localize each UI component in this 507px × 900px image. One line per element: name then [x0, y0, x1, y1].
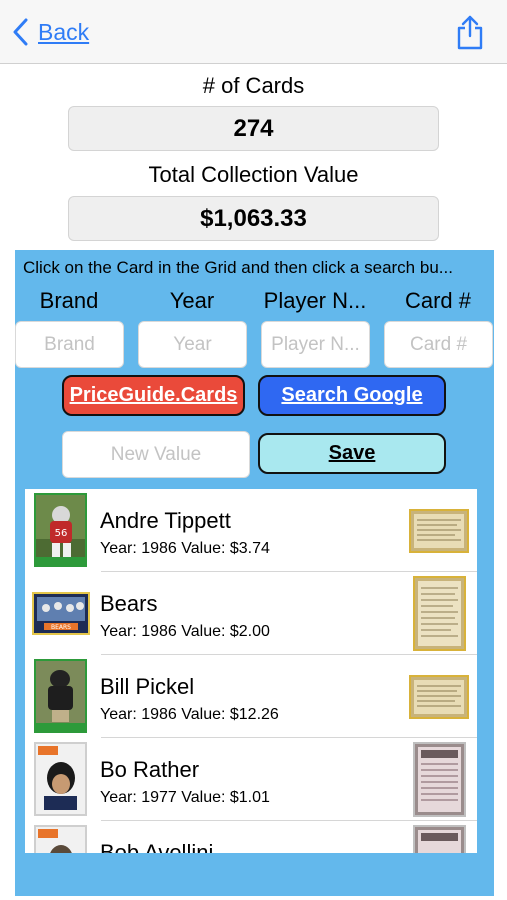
brand-header: Brand — [39, 288, 99, 313]
card-back-image — [409, 675, 469, 719]
card-front-image — [34, 742, 87, 816]
player-name-input[interactable]: Player N... — [261, 321, 370, 368]
svg-text:BEARS: BEARS — [51, 624, 71, 631]
player-name-header: Player N... — [263, 288, 367, 313]
list-item[interactable]: Bob Avellini — [25, 821, 477, 853]
back-button[interactable]: Back — [12, 18, 89, 46]
card-front-image — [34, 825, 87, 853]
total-value-value: $1,063.33 — [68, 196, 439, 241]
cards-count-value: 274 — [68, 106, 439, 151]
card-name: Bears — [100, 591, 158, 616]
back-label: Back — [38, 18, 90, 45]
brand-input[interactable]: Brand — [15, 321, 124, 368]
search-google-button[interactable]: Search Google — [258, 375, 446, 416]
card-details: Year: 1977 Value: $1.01 — [100, 789, 270, 806]
year-input[interactable]: Year — [138, 321, 247, 368]
card-name: Bo Rather — [100, 757, 200, 782]
year-header: Year — [169, 288, 215, 313]
priceguide-button[interactable]: PriceGuide.Cards — [62, 375, 245, 416]
card-details: Year: 1986 Value: $12.26 — [100, 706, 279, 723]
total-value-label: Total Collection Value — [148, 162, 359, 187]
card-number-header: Card # — [404, 288, 472, 313]
search-panel: Click on the Card in the Grid and then c… — [15, 250, 494, 896]
navigation-bar: Back — [0, 0, 507, 64]
card-name: Andre Tippett — [100, 508, 231, 533]
card-details: Year: 1986 Value: $3.74 — [100, 540, 270, 557]
card-back-image — [409, 509, 469, 553]
card-back-image — [413, 742, 466, 817]
card-back-image — [413, 825, 466, 853]
card-name: Bill Pickel — [100, 674, 195, 699]
card-front-image — [34, 659, 87, 733]
card-number-input[interactable]: Card # — [384, 321, 493, 368]
list-item[interactable]: BEARS Bears Year: 1986 Value: $2.00 — [25, 572, 477, 655]
new-value-input[interactable]: New Value — [62, 431, 250, 478]
save-button[interactable]: Save — [258, 433, 446, 474]
instruction-text: Click on the Card in the Grid and then c… — [23, 258, 453, 277]
card-front-image: 56 — [34, 493, 87, 567]
share-icon[interactable] — [455, 14, 485, 50]
list-item[interactable]: Bill Pickel Year: 1986 Value: $12.26 — [25, 655, 477, 738]
card-list[interactable]: 56 Andre Tippett Year: 1986 Value: $3.74 — [25, 489, 477, 853]
card-front-image: BEARS — [32, 592, 90, 635]
card-details: Year: 1986 Value: $2.00 — [100, 623, 270, 640]
list-item[interactable]: 56 Andre Tippett Year: 1986 Value: $3.74 — [25, 489, 477, 572]
chevron-left-icon — [13, 18, 28, 46]
svg-text:56: 56 — [55, 528, 68, 539]
cards-count-label: # of Cards — [202, 73, 305, 98]
card-back-image — [413, 576, 466, 651]
list-item[interactable]: Bo Rather Year: 1977 Value: $1.01 — [25, 738, 477, 821]
card-name: Bob Avellini — [100, 840, 214, 853]
